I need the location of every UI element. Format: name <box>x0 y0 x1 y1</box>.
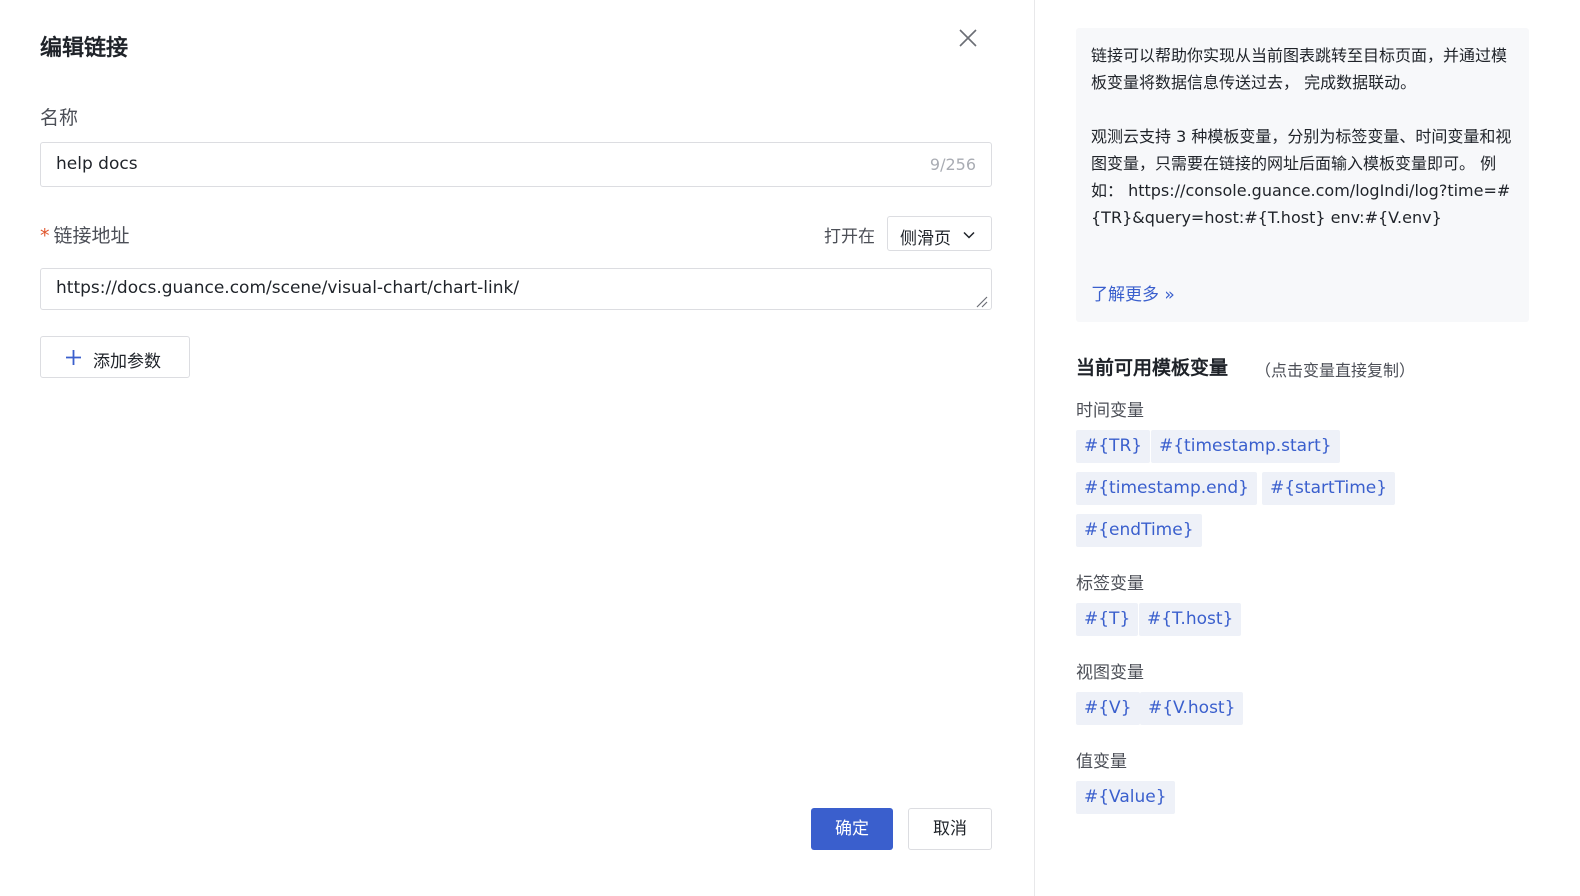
name-input-value[interactable]: help docs <box>56 154 138 174</box>
name-label: 名称 <box>40 107 79 129</box>
var-tag[interactable]: #{T} <box>1076 603 1139 636</box>
time-vars-label: 时间变量 <box>1076 401 1144 421</box>
add-param-label: 添加参数 <box>93 352 161 372</box>
confirm-button[interactable]: 确定 <box>811 808 893 850</box>
var-tag[interactable]: #{startTime} <box>1262 472 1396 505</box>
resize-handle-icon[interactable] <box>975 293 988 308</box>
open-in-select[interactable]: 侧滑页 <box>887 216 992 251</box>
open-in-label: 打开在 <box>824 227 875 247</box>
value-vars-label: 值变量 <box>1076 752 1127 772</box>
var-tag[interactable]: #{V.host} <box>1140 692 1244 725</box>
help-sidebar: 链接可以帮助你实现从当前图表跳转至目标页面，并通过模板变量将数据信息传送过去， … <box>1035 0 1580 896</box>
var-tag[interactable]: #{Value} <box>1076 781 1175 814</box>
close-icon[interactable] <box>956 26 980 50</box>
dialog-title: 编辑链接 <box>40 36 129 61</box>
var-tag[interactable]: #{V} <box>1076 692 1140 725</box>
plus-icon <box>65 349 82 366</box>
var-tag[interactable]: #{endTime} <box>1076 514 1202 547</box>
url-textarea[interactable]: https://docs.guance.com/scene/visual-cha… <box>40 268 992 310</box>
open-in-select-value[interactable]: 侧滑页 <box>900 224 951 249</box>
url-label-text: 链接地址 <box>53 225 130 247</box>
template-vars-title: 当前可用模板变量 <box>1076 357 1229 379</box>
help-paragraph-1: 链接可以帮助你实现从当前图表跳转至目标页面，并通过模板变量将数据信息传送过去， … <box>1091 46 1508 92</box>
cancel-button[interactable]: 取消 <box>908 808 992 850</box>
chevron-down-icon[interactable] <box>962 227 976 241</box>
tag-vars-label: 标签变量 <box>1076 574 1144 594</box>
learn-more-link[interactable]: 了解更多 » <box>1091 280 1175 305</box>
edit-link-panel: 编辑链接 名称 help docs 9/256 * 链接地址 打开在 侧滑页 ht… <box>0 0 1034 896</box>
name-char-count: 9/256 <box>929 155 976 174</box>
var-tag[interactable]: #{timestamp.start} <box>1151 430 1340 463</box>
url-label: * 链接地址 <box>40 221 130 248</box>
template-vars-hint: （点击变量直接复制） <box>1255 361 1416 380</box>
help-card: 链接可以帮助你实现从当前图表跳转至目标页面，并通过模板变量将数据信息传送过去， … <box>1076 28 1529 322</box>
var-tag[interactable]: #{TR} <box>1076 430 1151 463</box>
add-param-button[interactable]: 添加参数 <box>40 336 190 378</box>
var-tag[interactable]: #{timestamp.end} <box>1076 472 1258 505</box>
name-input[interactable]: help docs 9/256 <box>40 142 992 187</box>
var-tag[interactable]: #{T.host} <box>1139 603 1242 636</box>
view-vars-label: 视图变量 <box>1076 663 1144 683</box>
required-mark: * <box>40 225 50 247</box>
help-paragraph-2: 观测云支持 3 种模板变量，分别为标签变量、时间变量和视图变量，只需要在链接的网… <box>1091 127 1512 227</box>
url-textarea-value[interactable]: https://docs.guance.com/scene/visual-cha… <box>56 278 519 298</box>
